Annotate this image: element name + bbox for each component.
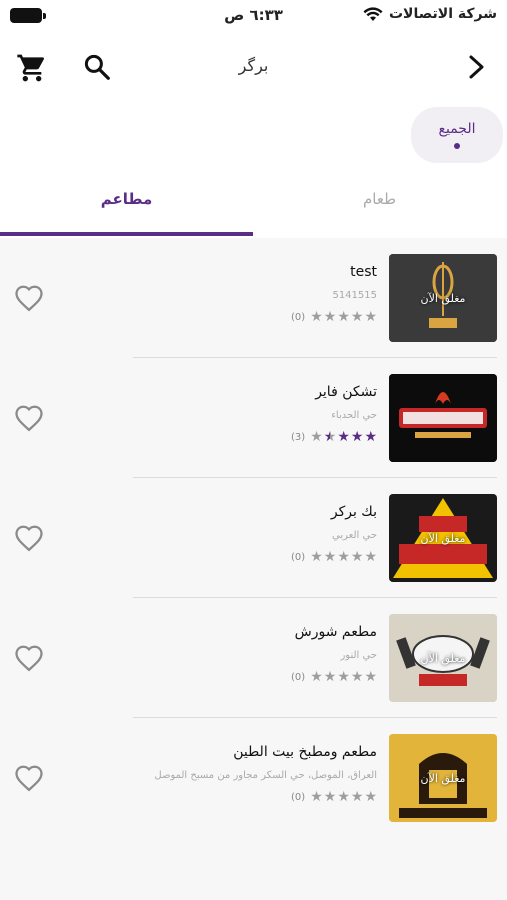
star-icon: ★ <box>350 549 364 565</box>
status-carrier: شركة الاتصالات <box>363 6 497 22</box>
rating: (0) ★ ★ ★ ★ ★ <box>291 670 377 684</box>
star-icon: ★ <box>337 309 350 325</box>
carrier-name: شركة الاتصالات <box>388 6 497 22</box>
restaurant-name: مطعم ومطبخ بيت الطين <box>233 744 377 760</box>
status-bar: ٦:٣٣ ص شركة الاتصالات <box>0 0 507 32</box>
star-icon: ★ <box>350 789 364 805</box>
favorite-heart-icon[interactable] <box>14 284 44 312</box>
restaurant-list: مغلق الآن test 5141515 (0) ★ ★ ★ ★ ★ تشكن فا… <box>0 238 507 900</box>
restaurant-address: حي العربي <box>332 530 377 541</box>
restaurant-name: بك بركر <box>330 504 377 520</box>
rating-count: (3) <box>291 431 306 443</box>
chicken-fire-logo <box>389 374 497 462</box>
restaurant-row[interactable]: مغلق الآن بك بركر حي العربي (0) ★ ★ ★ ★ ★ <box>0 478 507 598</box>
star-icon: ★ <box>310 429 323 445</box>
filter-chip-all[interactable]: الجميع <box>411 107 503 163</box>
app-bar: برگر <box>0 42 507 92</box>
star-icon: ★ <box>350 669 364 685</box>
restaurant-image: مغلق الآن <box>389 614 497 702</box>
restaurant-address: حي الحدباء <box>331 410 377 421</box>
restaurant-row[interactable]: مغلق الآن مطعم شورش حي النور (0) ★ ★ ★ ★ ★ <box>0 598 507 718</box>
favorite-heart-icon[interactable] <box>14 764 44 792</box>
rating: (3) ★ ★ ★ ★ ★ <box>291 430 377 444</box>
rating: (0) ★ ★ ★ ★ ★ <box>291 550 377 564</box>
star-icon: ★ <box>364 429 377 445</box>
rating: (0) ★ ★ ★ ★ ★ <box>291 310 377 324</box>
closed-label: مغلق الآن <box>420 772 466 785</box>
restaurant-row[interactable]: تشكن فاير حي الحدباء (3) ★ ★ ★ ★ ★ <box>0 358 507 478</box>
rating-count: (0) <box>291 671 306 683</box>
restaurant-address: العراق، الموصل، حي السكر مجاور من مسبح ا… <box>154 770 377 781</box>
restaurant-image: مغلق الآن <box>389 734 497 822</box>
star-half-icon: ★ <box>323 429 337 445</box>
favorite-heart-icon[interactable] <box>14 404 44 432</box>
closed-label: مغلق الآن <box>420 292 466 305</box>
favorite-heart-icon[interactable] <box>14 524 44 552</box>
selected-dot <box>454 143 460 149</box>
star-icon: ★ <box>323 309 337 325</box>
tab-indicator <box>0 232 253 236</box>
restaurant-name: مطعم شورش <box>294 624 377 640</box>
restaurant-image <box>389 374 497 462</box>
star-icon: ★ <box>310 669 323 685</box>
favorite-heart-icon[interactable] <box>14 644 44 672</box>
star-icon: ★ <box>310 309 323 325</box>
rating-count: (0) <box>291 791 306 803</box>
star-icon: ★ <box>337 549 350 565</box>
rating-count: (0) <box>291 551 306 563</box>
restaurant-image: مغلق الآن <box>389 254 497 342</box>
star-icon: ★ <box>337 789 350 805</box>
closed-label: مغلق الآن <box>420 532 466 545</box>
tab-bar: طعام مطاعم <box>0 180 507 236</box>
star-icon: ★ <box>364 309 377 325</box>
star-icon: ★ <box>323 549 337 565</box>
restaurant-row[interactable]: مغلق الآن test 5141515 (0) ★ ★ ★ ★ ★ <box>0 238 507 358</box>
star-icon: ★ <box>350 429 364 445</box>
tab-food[interactable]: طعام <box>253 180 506 236</box>
restaurant-image: مغلق الآن <box>389 494 497 582</box>
star-icon: ★ <box>323 789 337 805</box>
star-icon: ★ <box>364 669 377 685</box>
star-icon: ★ <box>310 789 323 805</box>
closed-label: مغلق الآن <box>420 652 466 665</box>
restaurant-address: حي النور <box>340 650 377 661</box>
filter-chip-label: الجميع <box>438 121 476 137</box>
tab-restaurants[interactable]: مطاعم <box>0 180 253 236</box>
star-icon: ★ <box>350 309 364 325</box>
restaurant-row[interactable]: مغلق الآن مطعم ومطبخ بيت الطين العراق، ا… <box>0 718 507 838</box>
rating: (0) ★ ★ ★ ★ ★ <box>291 790 377 804</box>
wifi-icon <box>363 6 383 21</box>
star-icon: ★ <box>310 549 323 565</box>
restaurant-name: test <box>350 264 377 280</box>
star-icon: ★ <box>364 789 377 805</box>
rating-count: (0) <box>291 311 306 323</box>
star-icon: ★ <box>337 429 350 445</box>
restaurant-name: تشكن فاير <box>315 384 377 400</box>
back-arrow-icon[interactable] <box>465 52 489 82</box>
page-title: برگر <box>238 56 269 75</box>
star-icon: ★ <box>323 669 337 685</box>
star-icon: ★ <box>364 549 377 565</box>
restaurant-address: 5141515 <box>332 290 377 301</box>
star-icon: ★ <box>337 669 350 685</box>
